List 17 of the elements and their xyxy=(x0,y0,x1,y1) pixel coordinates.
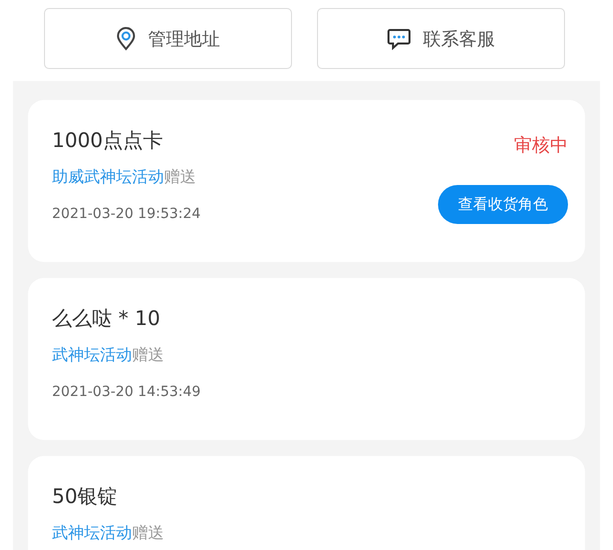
source-text: 武神坛活动赠送 xyxy=(52,522,164,544)
event-link[interactable]: 武神坛活动 xyxy=(52,345,132,364)
item-title: 么么哒 * 10 xyxy=(52,305,162,332)
event-link[interactable]: 武神坛活动 xyxy=(52,523,132,542)
item-title: 1000点点卡 xyxy=(52,127,164,154)
action-button[interactable]: 联系客服 xyxy=(317,8,565,69)
action-button[interactable]: 管理地址 xyxy=(44,8,292,69)
chat-bubble-icon xyxy=(387,28,411,50)
status-label: 审核中 xyxy=(514,134,568,158)
item-title: 50银锭 xyxy=(52,483,118,510)
order-time: 2021-03-20 14:53:49 xyxy=(52,383,201,402)
order-time: 2021-03-20 19:53:24 xyxy=(52,205,201,224)
source-text: 助威武神坛活动赠送 xyxy=(52,166,197,188)
event-link[interactable]: 助威武神坛活动 xyxy=(52,167,164,186)
location-pin-icon xyxy=(116,26,136,50)
view-role-button[interactable]: 查看收货角色 xyxy=(438,185,568,224)
source-text: 武神坛活动赠送 xyxy=(52,344,165,366)
